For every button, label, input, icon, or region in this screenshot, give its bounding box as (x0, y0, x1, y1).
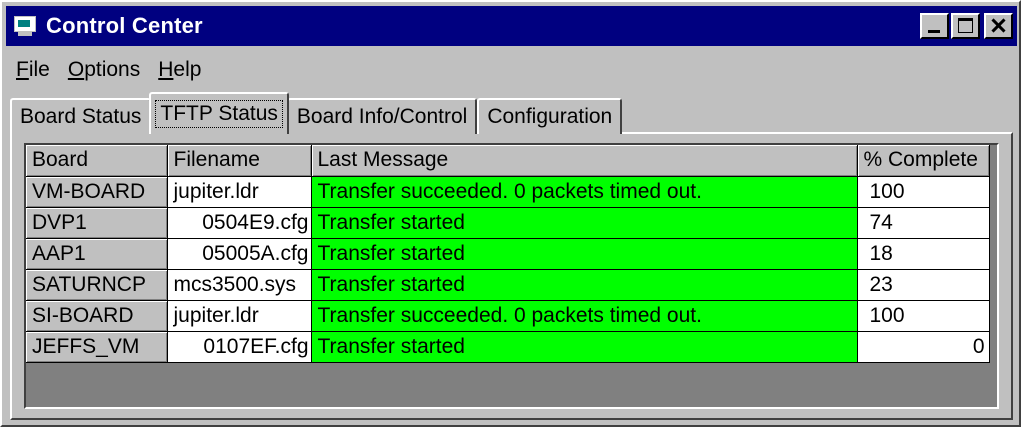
computer-icon (12, 13, 38, 39)
percent-cell[interactable]: 18 (857, 238, 990, 270)
filename-cell[interactable]: mcs3500.sys (167, 269, 312, 301)
control-center-window: Control Center File Options Help Board S… (0, 0, 1021, 427)
column-header-last-message[interactable]: Last Message (311, 145, 858, 177)
filename-cell[interactable]: 0107EF.cfg (167, 331, 312, 363)
minimize-button[interactable] (920, 13, 949, 39)
table-row[interactable]: VM-BOARD jupiter.ldr Transfer succeeded.… (26, 176, 990, 208)
close-button[interactable] (984, 13, 1013, 39)
message-cell[interactable]: Transfer succeeded. 0 packets timed out. (311, 176, 858, 208)
tab-board-status[interactable]: Board Status (10, 98, 152, 134)
filename-cell[interactable]: jupiter.ldr (167, 300, 312, 332)
board-cell[interactable]: DVP1 (26, 207, 168, 239)
title-bar[interactable]: Control Center (6, 6, 1017, 46)
board-cell[interactable]: SATURNCP (26, 269, 168, 301)
message-cell[interactable]: Transfer started (311, 207, 858, 239)
percent-cell[interactable]: 23 (857, 269, 990, 301)
menu-options[interactable]: Options (60, 58, 150, 82)
table-row[interactable]: AAP1 05005A.cfg Transfer started 18 (26, 238, 990, 270)
message-cell[interactable]: Transfer started (311, 269, 858, 301)
board-cell[interactable]: AAP1 (26, 238, 168, 270)
column-header-filename[interactable]: Filename (167, 145, 312, 177)
table-row[interactable]: JEFFS_VM 0107EF.cfg Transfer started 0 (26, 331, 990, 363)
percent-cell[interactable]: 74 (857, 207, 990, 239)
message-cell[interactable]: Transfer succeeded. 0 packets timed out. (311, 300, 858, 332)
filename-cell[interactable]: 0504E9.cfg (167, 207, 312, 239)
board-cell[interactable]: JEFFS_VM (26, 331, 168, 363)
maximize-button[interactable] (951, 13, 980, 39)
tab-tftp-status[interactable]: TFTP Status (149, 92, 289, 134)
window-title: Control Center (46, 13, 203, 38)
board-cell[interactable]: VM-BOARD (26, 176, 168, 208)
table-row[interactable]: SATURNCP mcs3500.sys Transfer started 23 (26, 269, 990, 301)
filename-cell[interactable]: 05005A.cfg (167, 238, 312, 270)
percent-cell[interactable]: 100 (857, 300, 990, 332)
filename-cell[interactable]: jupiter.ldr (167, 176, 312, 208)
message-cell[interactable]: Transfer started (311, 331, 858, 363)
message-cell[interactable]: Transfer started (311, 238, 858, 270)
board-cell[interactable]: SI-BOARD (26, 300, 168, 332)
column-header-percent-complete[interactable]: % Complete (857, 145, 990, 177)
tab-board-info-control[interactable]: Board Info/Control (286, 98, 478, 134)
table-row[interactable]: DVP1 0504E9.cfg Transfer started 74 (26, 207, 990, 239)
grid-header-row: Board Filename Last Message % Complete (26, 145, 990, 177)
tftp-status-grid[interactable]: Board Filename Last Message % Complete V… (24, 143, 999, 409)
menu-help[interactable]: Help (150, 58, 211, 82)
percent-cell[interactable]: 100 (857, 176, 990, 208)
menu-bar: File Options Help (8, 54, 211, 86)
table-row[interactable]: SI-BOARD jupiter.ldr Transfer succeeded.… (26, 300, 990, 332)
tab-configuration[interactable]: Configuration (477, 98, 623, 134)
menu-file[interactable]: File (8, 58, 60, 82)
tab-strip: Board Status TFTP Status Board Info/Cont… (10, 92, 623, 134)
column-header-board[interactable]: Board (26, 145, 168, 177)
percent-cell[interactable]: 0 (857, 331, 990, 363)
